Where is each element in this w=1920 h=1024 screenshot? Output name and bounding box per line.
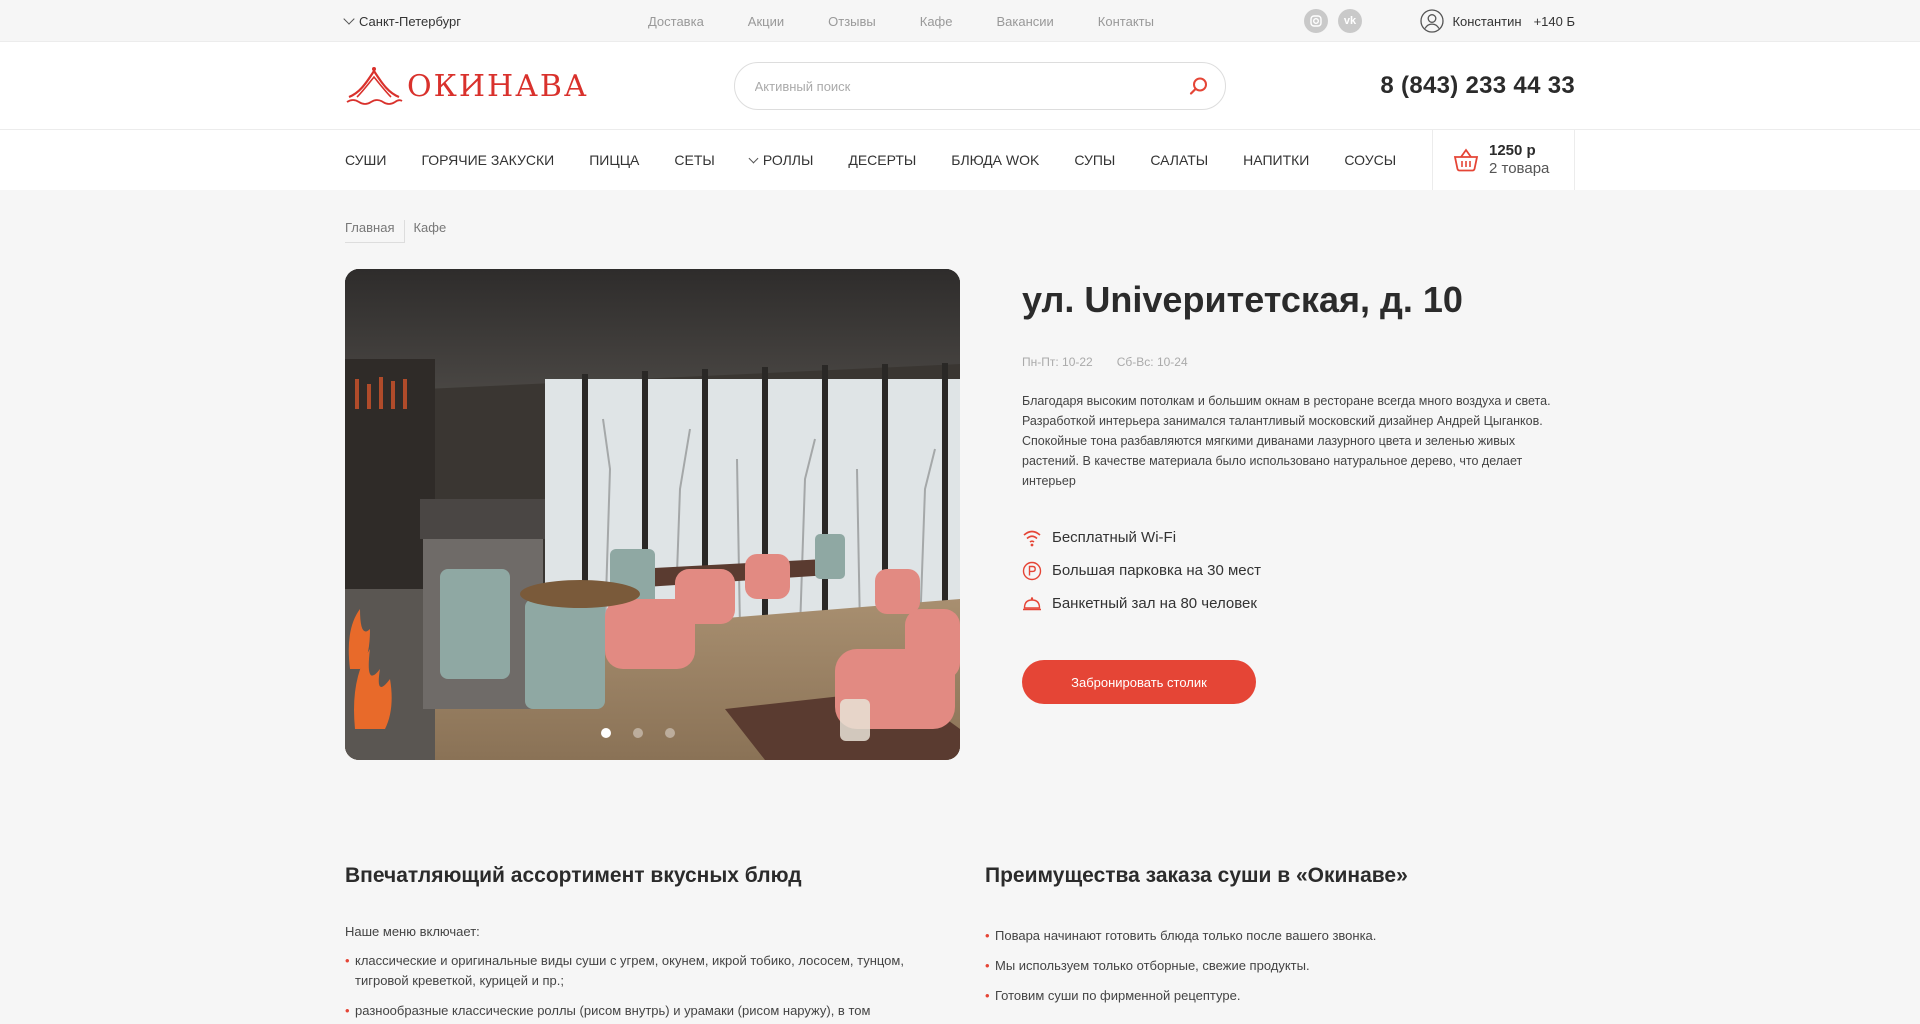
search-icon[interactable] <box>1189 76 1209 96</box>
top-nav-cafe[interactable]: Кафе <box>920 14 953 29</box>
assortment-list: классические и оригинальные виды суши с … <box>345 951 905 1024</box>
cart-summary: 1250 р 2 товара <box>1489 142 1549 178</box>
basket-icon <box>1453 148 1479 172</box>
list-item: разнообразные классические роллы (рисом … <box>345 1001 905 1024</box>
city-selector[interactable]: Санкт-Петербург <box>343 13 461 29</box>
top-nav-vacancies[interactable]: Вакансии <box>996 14 1053 29</box>
category-salads[interactable]: Салаты <box>1150 152 1208 168</box>
category-label: Сеты <box>674 152 715 168</box>
category-soups[interactable]: Супы <box>1074 152 1115 168</box>
book-table-button[interactable]: Забронировать столик <box>1022 660 1256 704</box>
parking-icon <box>1022 561 1042 581</box>
list-item: классические и оригинальные виды суши с … <box>345 951 905 991</box>
info-sections: Впечатляющий ассортимент вкусных блюд На… <box>345 864 1575 1024</box>
category-label: Салаты <box>1150 152 1209 168</box>
slider-dot[interactable] <box>665 728 675 738</box>
category-label: Роллы <box>762 152 814 168</box>
category-label: Напитки <box>1243 152 1310 168</box>
header: ОКИНАВА 8 (843) 233 44 33 <box>0 42 1920 130</box>
phone-number[interactable]: 8 (843) 233 44 33 <box>1380 72 1575 100</box>
feature-list: Бесплатный Wi-Fi Большая парковка на 30 … <box>1022 521 1575 620</box>
category-nav: Суши Горячие закуски Пицца Сеты Роллы Де… <box>0 130 1920 190</box>
cafe-section: ул. Univeритетская, д. 10 Пн-Пт: 10-22 С… <box>345 269 1575 760</box>
breadcrumb-cafe[interactable]: Кафе <box>404 220 456 243</box>
slider-dot[interactable] <box>633 728 643 738</box>
list-item: Мы используем только отборные, свежие пр… <box>985 956 1545 976</box>
instagram-icon[interactable] <box>1303 9 1328 33</box>
vk-icon[interactable]: vk <box>1337 9 1362 33</box>
section-title: Преимущества заказа суши в «Окинаве» <box>985 864 1408 887</box>
cafe-description: Благодаря высоким потолкам и большим окн… <box>1022 394 1551 488</box>
top-nav-reviews[interactable]: Отзывы <box>828 14 876 29</box>
user-icon <box>1420 9 1445 33</box>
chevron-down-icon <box>343 13 355 25</box>
cart-widget[interactable]: 1250 р 2 товара <box>1432 130 1575 190</box>
city-label: Санкт-Петербург <box>359 13 461 29</box>
category-rolls[interactable]: Роллы <box>748 152 814 168</box>
feature-label: Бесплатный Wi-Fi <box>1052 529 1177 546</box>
social-links: vk <box>1303 9 1362 33</box>
user-name: Константин <box>1452 13 1522 29</box>
search-input[interactable] <box>754 78 1189 94</box>
logo-text: ОКИНАВА <box>407 68 589 104</box>
cafe-interior-image <box>345 269 960 760</box>
category-desserts[interactable]: Десерты <box>848 152 916 168</box>
category-label: Соусы <box>1344 152 1397 168</box>
top-nav-delivery[interactable]: Доставка <box>648 14 704 29</box>
category-menu: Суши Горячие закуски Пицца Сеты Роллы Де… <box>345 152 1431 168</box>
cart-count: 2 товара <box>1489 160 1550 177</box>
main-content: Главная Кафе ул. Univeритетская, д. 10 П… <box>345 220 1575 1024</box>
category-wok[interactable]: Блюда WOK <box>951 152 1039 168</box>
hours-weekend: Сб-Вс: 10-24 <box>1116 355 1188 369</box>
bonus-points: +140 Б <box>1533 13 1575 29</box>
category-sauces[interactable]: Соусы <box>1344 152 1396 168</box>
opening-hours: Пн-Пт: 10-22 Сб-Вс: 10-24 <box>1022 355 1575 369</box>
category-pizza[interactable]: Пицца <box>589 152 639 168</box>
section-title: Впечатляющий ассортимент вкусных блюд <box>345 864 802 887</box>
chevron-down-icon <box>748 153 759 163</box>
cafe-photo-slider[interactable] <box>345 269 960 760</box>
list-item: Повара начинают готовить блюда только по… <box>985 926 1545 946</box>
wifi-icon <box>1022 528 1042 548</box>
feature-label: Банкетный зал на 80 человек <box>1052 595 1257 612</box>
logo-pagoda-icon <box>346 67 403 105</box>
category-hot-snacks[interactable]: Горячие закуски <box>421 152 554 168</box>
logo[interactable]: ОКИНАВА <box>345 65 589 107</box>
section-lead: Наше меню включает: <box>345 924 480 939</box>
category-label: Блюда WOK <box>951 152 1040 168</box>
top-nav-contacts[interactable]: Контакты <box>1098 14 1154 29</box>
category-label: Супы <box>1074 152 1116 168</box>
top-nav: Доставка Акции Отзывы Кафе Вакансии Конт… <box>648 14 1154 29</box>
slider-dots <box>601 728 675 738</box>
category-drinks[interactable]: Напитки <box>1243 152 1309 168</box>
advantages-section: Преимущества заказа суши в «Окинаве» Пов… <box>985 864 1545 1024</box>
category-label: Суши <box>345 152 387 168</box>
category-sets[interactable]: Сеты <box>674 152 714 168</box>
feature-item: Большая парковка на 30 мест <box>1022 554 1575 587</box>
breadcrumb: Главная Кафе <box>345 220 1575 243</box>
cafe-info: ул. Univeритетская, д. 10 Пн-Пт: 10-22 С… <box>1022 269 1575 760</box>
cart-sum: 1250 р <box>1489 142 1536 159</box>
top-bar: Санкт-Петербург Доставка Акции Отзывы Ка… <box>0 0 1920 42</box>
search-box <box>733 62 1226 110</box>
feature-item: Бесплатный Wi-Fi <box>1022 521 1575 554</box>
top-nav-promotions[interactable]: Акции <box>748 14 784 29</box>
category-sushi[interactable]: Суши <box>345 152 386 168</box>
breadcrumb-home[interactable]: Главная <box>345 220 405 243</box>
category-label: Горячие закуски <box>421 152 555 168</box>
list-item: Готовим суши по фирменной рецептуре. <box>985 986 1545 1006</box>
category-label: Пицца <box>589 152 640 168</box>
assortment-section: Впечатляющий ассортимент вкусных блюд На… <box>345 864 905 1024</box>
category-label: Десерты <box>848 152 917 168</box>
feature-label: Большая парковка на 30 мест <box>1052 562 1262 579</box>
feature-item: Банкетный зал на 80 человек <box>1022 587 1575 620</box>
page-title: ул. Univeритетская, д. 10 <box>1022 279 1463 320</box>
hours-weekdays: Пн-Пт: 10-22 <box>1022 355 1093 369</box>
user-account[interactable]: Константин +140 Б <box>1420 9 1575 33</box>
banquet-icon <box>1022 594 1042 614</box>
advantages-list: Повара начинают готовить блюда только по… <box>985 926 1545 1006</box>
slider-dot[interactable] <box>601 728 611 738</box>
